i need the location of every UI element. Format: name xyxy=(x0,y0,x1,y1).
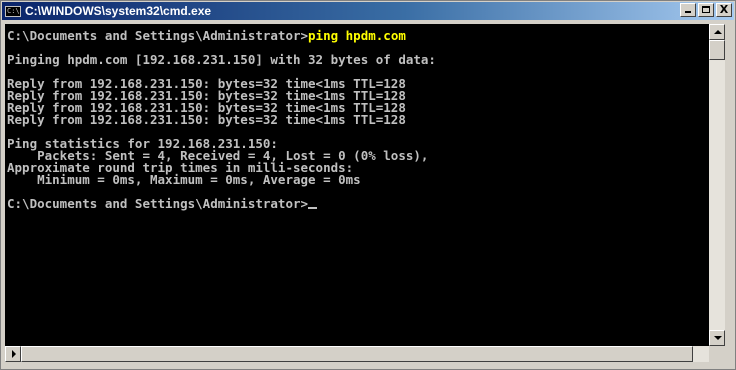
vertical-scroll-thumb[interactable] xyxy=(709,40,725,60)
console-line: C:\Documents and Settings\Administrator>… xyxy=(7,28,709,43)
maximize-icon xyxy=(702,6,710,13)
console-line: Reply from 192.168.231.150: bytes=32 tim… xyxy=(7,112,406,127)
console-window: C:\ C:\WINDOWS\system32\cmd.exe X C:\Doc… xyxy=(0,0,736,370)
size-grip xyxy=(709,346,725,362)
minimize-icon xyxy=(685,11,691,13)
prompt-text: C:\Documents and Settings\Administrator> xyxy=(7,196,309,211)
console-line: Minimum = 0ms, Maximum = 0ms, Average = … xyxy=(7,172,361,187)
close-icon: X xyxy=(719,3,729,16)
close-button[interactable]: X xyxy=(716,3,732,17)
cmd-console-icon[interactable]: C:\ xyxy=(5,5,21,17)
title-bar[interactable]: C:\ C:\WINDOWS\system32\cmd.exe X xyxy=(2,2,734,20)
scroll-up-button[interactable] xyxy=(709,24,725,40)
maximize-button[interactable] xyxy=(698,3,714,17)
scroll-down-button[interactable] xyxy=(709,330,725,346)
horizontal-scroll-thumb[interactable] xyxy=(21,346,693,362)
horizontal-scrollbar[interactable] xyxy=(5,346,709,362)
text-cursor xyxy=(308,207,318,209)
arrow-down-icon xyxy=(714,336,722,340)
minimize-button[interactable] xyxy=(680,3,696,17)
scroll-right-button[interactable] xyxy=(5,346,21,362)
prompt-text: C:\Documents and Settings\Administrator> xyxy=(7,28,309,43)
window-title: C:\WINDOWS\system32\cmd.exe xyxy=(25,4,212,18)
caption-buttons: X xyxy=(678,3,732,17)
console-output[interactable]: C:\Documents and Settings\Administrator>… xyxy=(5,24,709,346)
command-text: ping hpdm.com xyxy=(308,28,406,43)
vertical-scrollbar[interactable] xyxy=(709,24,725,346)
arrow-right-icon xyxy=(12,350,16,358)
console-line: Pinging hpdm.com [192.168.231.150] with … xyxy=(7,52,436,67)
console-line: C:\Documents and Settings\Administrator> xyxy=(7,196,709,211)
arrow-up-icon xyxy=(714,30,722,34)
